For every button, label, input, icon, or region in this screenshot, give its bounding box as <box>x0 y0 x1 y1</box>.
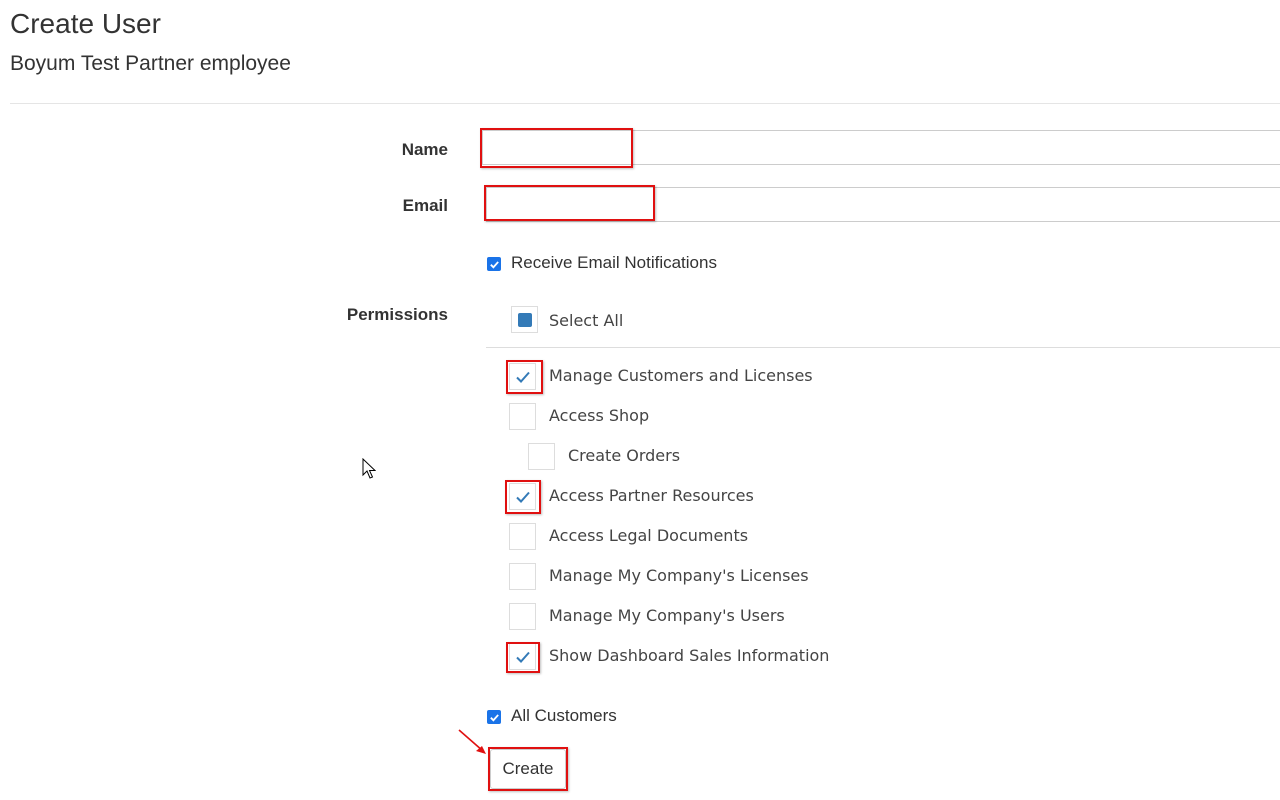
create-button[interactable]: Create <box>490 749 566 789</box>
annotation-arrow-icon <box>458 729 486 754</box>
name-input[interactable] <box>482 130 1280 165</box>
check-icon <box>489 260 499 269</box>
page-subtitle: Boyum Test Partner employee <box>10 52 291 75</box>
permission-checkbox-manage-customers-and-licenses[interactable] <box>509 363 536 390</box>
permission-checkbox-access-partner-resources[interactable] <box>509 483 536 510</box>
permission-checkbox-access-shop[interactable] <box>509 403 536 430</box>
select-all-checkbox[interactable] <box>511 306 538 333</box>
permission-label-access-shop: Access Shop <box>549 406 650 425</box>
header-divider <box>10 103 1280 104</box>
permissions-divider <box>486 347 1280 348</box>
permission-checkbox-show-dashboard-sales-information[interactable] <box>509 643 536 670</box>
permission-label-manage-customers-and-licenses: Manage Customers and Licenses <box>549 366 813 385</box>
select-all-label: Select All <box>549 311 624 330</box>
permission-label-access-partner-resources: Access Partner Resources <box>549 486 754 505</box>
permission-label-manage-my-companys-licenses: Manage My Company's Licenses <box>549 566 809 585</box>
mouse-pointer-icon <box>362 458 376 479</box>
permission-label-create-orders: Create Orders <box>568 446 681 465</box>
email-label: Email <box>402 196 448 215</box>
page-title: Create User <box>10 8 161 39</box>
receive-email-notifications-label: Receive Email Notifications <box>511 253 717 272</box>
indeterminate-square-icon <box>517 312 532 327</box>
all-customers-checkbox[interactable] <box>487 710 501 724</box>
check-icon <box>515 491 530 503</box>
permission-label-show-dashboard-sales-information: Show Dashboard Sales Information <box>549 646 830 665</box>
permission-label-access-legal-documents: Access Legal Documents <box>549 526 749 545</box>
check-icon <box>489 713 499 722</box>
email-input[interactable] <box>486 187 1280 222</box>
permission-checkbox-manage-my-companys-users[interactable] <box>509 603 536 630</box>
permission-checkbox-create-orders[interactable] <box>528 443 555 470</box>
check-icon <box>515 371 530 383</box>
permission-checkbox-access-legal-documents[interactable] <box>509 523 536 550</box>
permissions-label: Permissions <box>346 305 448 324</box>
permission-label-manage-my-companys-users: Manage My Company's Users <box>549 606 785 625</box>
permission-checkbox-manage-my-companys-licenses[interactable] <box>509 563 536 590</box>
all-customers-label: All Customers <box>511 706 617 725</box>
receive-email-notifications-checkbox[interactable] <box>487 257 501 271</box>
check-icon <box>515 651 530 663</box>
name-label: Name <box>401 140 448 159</box>
